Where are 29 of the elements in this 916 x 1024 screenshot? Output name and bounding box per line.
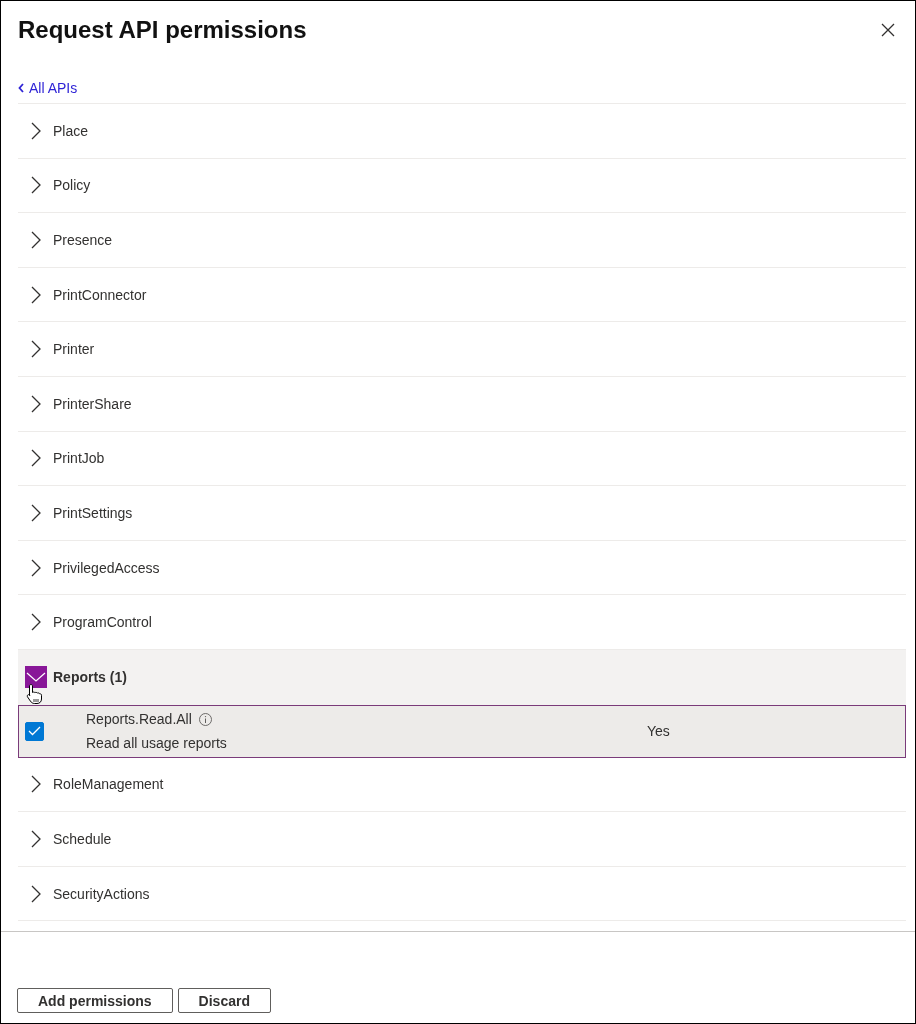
back-link[interactable]: All APIs [18, 78, 78, 98]
admin-consent-value: Yes [647, 723, 670, 740]
dialog-title: Request API permissions [18, 15, 307, 45]
permission-description: Read all usage reports [86, 734, 228, 754]
chevron-right-icon [30, 231, 41, 249]
close-icon [881, 23, 895, 37]
permission-row[interactable]: Reports.Read.All Read all usage reports Yes [18, 704, 906, 758]
chevron-right-icon [30, 503, 41, 522]
api-group-row[interactable]: Reports (1) [18, 649, 906, 705]
checkbox[interactable] [25, 721, 44, 741]
chevron-down-icon [24, 666, 47, 689]
chevron-right-icon [30, 775, 41, 794]
chevron-right-icon [30, 340, 41, 359]
hand-cursor-icon [26, 682, 43, 705]
permission-name: Reports.Read.All [86, 710, 192, 730]
info-icon [198, 712, 212, 726]
chevron-right-icon [30, 285, 41, 304]
chevron-right-icon [30, 176, 41, 195]
chevron-right-icon [30, 394, 41, 413]
chevron-left-icon [18, 83, 24, 93]
footer-button[interactable]: Discard [177, 988, 271, 1013]
chevron-right-icon [30, 449, 41, 468]
chevron-right-icon [30, 121, 41, 140]
chevron-right-icon [30, 613, 41, 632]
chevron-right-icon [30, 884, 41, 903]
chevron-right-icon [30, 558, 41, 577]
chevron-right-icon [30, 829, 41, 848]
close-button[interactable] [881, 23, 895, 37]
footer-button[interactable]: Add permissions [17, 988, 173, 1013]
